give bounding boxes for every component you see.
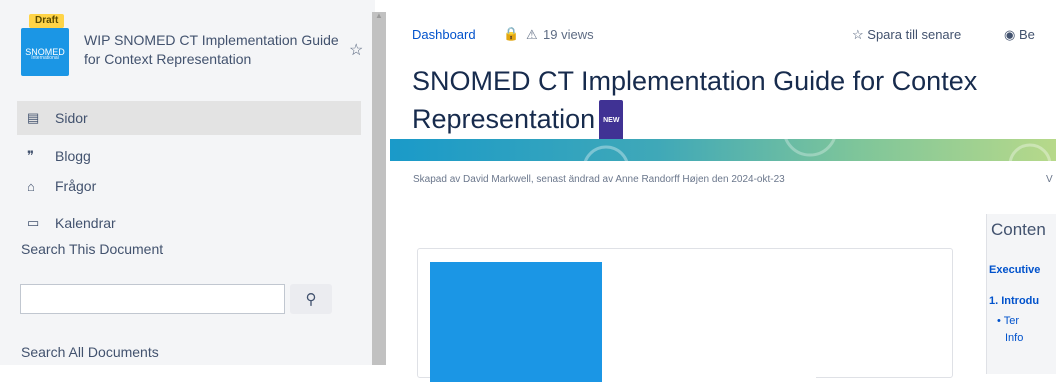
search-all-documents-label: Search All Documents	[21, 344, 159, 360]
page-title-line2: Representation	[412, 104, 596, 135]
byline-right-cut: V	[1046, 174, 1053, 185]
sidebar-item-sidor[interactable]: ▤ Sidor	[17, 101, 361, 135]
sidebar-item-blogg[interactable]: ❞ Blogg	[17, 139, 361, 173]
lock-icon[interactable]: 🔒	[503, 26, 519, 42]
banner-decoration	[583, 139, 1052, 161]
pages-icon: ▤	[27, 110, 40, 125]
sidebar-item-label: Sidor	[55, 110, 88, 126]
document-preview-card[interactable]	[417, 248, 953, 382]
eye-icon: ◉	[1004, 27, 1019, 42]
star-icon[interactable]: ☆	[349, 40, 363, 60]
space-logo[interactable]: SNOMED International	[21, 28, 69, 76]
preview-cover-image	[430, 262, 602, 382]
sidebar-item-label: Frågor	[55, 178, 97, 194]
page-title-line1: SNOMED CT Implementation Guide for Conte…	[412, 66, 978, 96]
page-toolbar: Dashboard 🔒 ⚠ 19 views ☆ Spara till sena…	[412, 26, 1052, 47]
page-title: SNOMED CT Implementation Guide for Conte…	[412, 62, 1056, 142]
draft-badge: Draft	[29, 14, 65, 28]
page-banner	[390, 139, 1056, 161]
watch-button[interactable]: ◉ Be	[1004, 27, 1035, 43]
save-for-later-label: Spara till senare	[867, 27, 962, 42]
sidebar-item-kalendrar[interactable]: ▭ Kalendrar	[17, 206, 361, 240]
new-badge: NEW	[599, 100, 624, 142]
scroll-up-icon[interactable]: ▲	[375, 12, 383, 20]
breadcrumb[interactable]: Dashboard	[412, 27, 476, 42]
quote-icon: ❞	[27, 148, 34, 163]
preview-page	[602, 262, 816, 382]
sidebar: SNOMED International Draft WIP SNOMED CT…	[0, 0, 375, 365]
logo-subtext: International	[31, 55, 59, 61]
star-icon: ☆	[852, 27, 868, 42]
sidebar-item-fragor[interactable]: ⌂ Frågor	[17, 169, 361, 203]
views-icon: ⚠	[526, 27, 538, 42]
toc-subitem-cont[interactable]: Info	[1005, 332, 1023, 344]
table-of-contents: Conten Executive 1. Introdu • Ter Info	[986, 214, 1056, 374]
page-byline: Skapad av David Markwell, senast ändrad …	[413, 174, 785, 185]
views-count[interactable]: 19 views	[543, 27, 594, 42]
toc-item-executive[interactable]: Executive	[989, 264, 1040, 276]
toc-subitem[interactable]: • Ter	[997, 315, 1019, 327]
search-input[interactable]	[20, 284, 285, 314]
save-for-later-button[interactable]: ☆ Spara till senare	[852, 27, 961, 43]
sidebar-scrollbar[interactable]	[372, 12, 386, 365]
sidebar-item-label: Kalendrar	[55, 215, 116, 231]
toc-item-introduction[interactable]: 1. Introdu	[989, 295, 1039, 307]
search-icon: ⚲	[305, 291, 317, 308]
questions-icon: ⌂	[27, 178, 35, 194]
watch-label: Be	[1018, 27, 1035, 42]
sidebar-item-label: Blogg	[55, 148, 91, 164]
toc-title: Conten	[991, 220, 1046, 239]
space-title[interactable]: WIP SNOMED CT Implementation Guide for C…	[84, 31, 339, 69]
search-this-document-label: Search This Document	[21, 241, 164, 257]
calendar-icon: ▭	[27, 215, 40, 230]
search-button[interactable]: ⚲	[290, 284, 332, 314]
space-header: SNOMED International Draft WIP SNOMED CT…	[0, 0, 375, 96]
